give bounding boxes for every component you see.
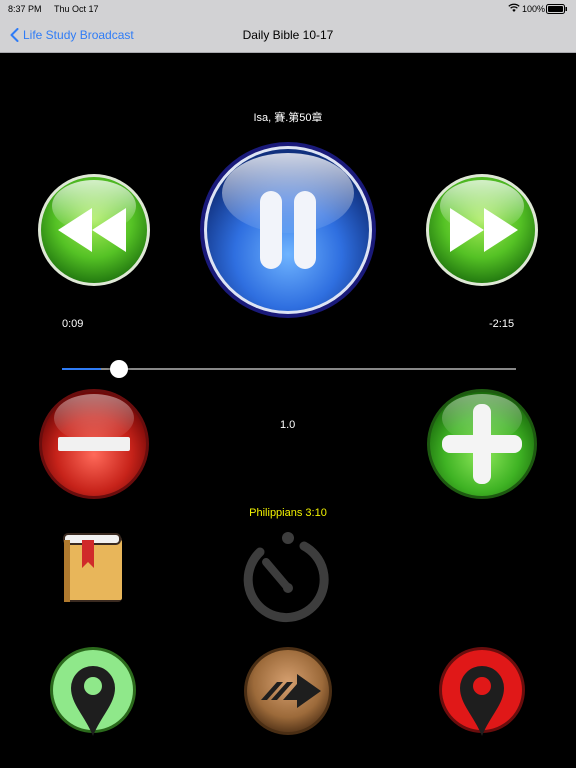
navigation-bar: Life Study Broadcast Daily Bible 10-17 [0,18,576,53]
speed-decrease-button[interactable] [38,388,150,500]
speed-increase-button[interactable] [426,388,538,500]
status-time: 8:37 PM [8,4,42,14]
battery-percent: 100% [522,4,546,14]
plus-icon [427,389,537,499]
red-map-pin-icon [439,647,525,736]
fast-forward-button[interactable] [424,172,540,288]
minus-icon [39,389,149,499]
remaining-time: -2:15 [489,318,515,330]
pause-button[interactable] [199,141,377,319]
progress-slider[interactable] [62,360,516,380]
wifi-icon [508,3,520,13]
green-map-pin-icon [50,647,136,736]
verse-text: Philippians 3:10 [249,507,327,519]
slider-track [62,368,516,370]
status-bar: 8:37 PM Thu Oct 17 100% [0,0,576,18]
red-location-button[interactable] [438,646,526,738]
fast-forward-icon [426,174,538,286]
slider-thumb[interactable] [110,360,128,378]
arrow-right-icon [244,647,332,735]
page-title: Daily Bible 10-17 [242,28,334,42]
elapsed-time: 0:09 [62,318,84,330]
bible-book-button[interactable] [60,530,126,604]
rewind-button[interactable] [36,172,152,288]
timer-icon [243,532,329,623]
next-button[interactable] [243,646,333,736]
pause-icon [200,142,376,318]
rewind-icon [38,174,150,286]
sleep-timer-button[interactable] [242,532,334,624]
battery-icon [546,4,568,14]
playback-speed: 1.0 [280,419,296,431]
book-icon [63,533,122,602]
track-title: Isa, 賽.第50章 [253,112,323,124]
status-date: Thu Oct 17 [54,4,99,14]
slider-fill [62,368,101,370]
green-location-button[interactable] [49,646,137,738]
